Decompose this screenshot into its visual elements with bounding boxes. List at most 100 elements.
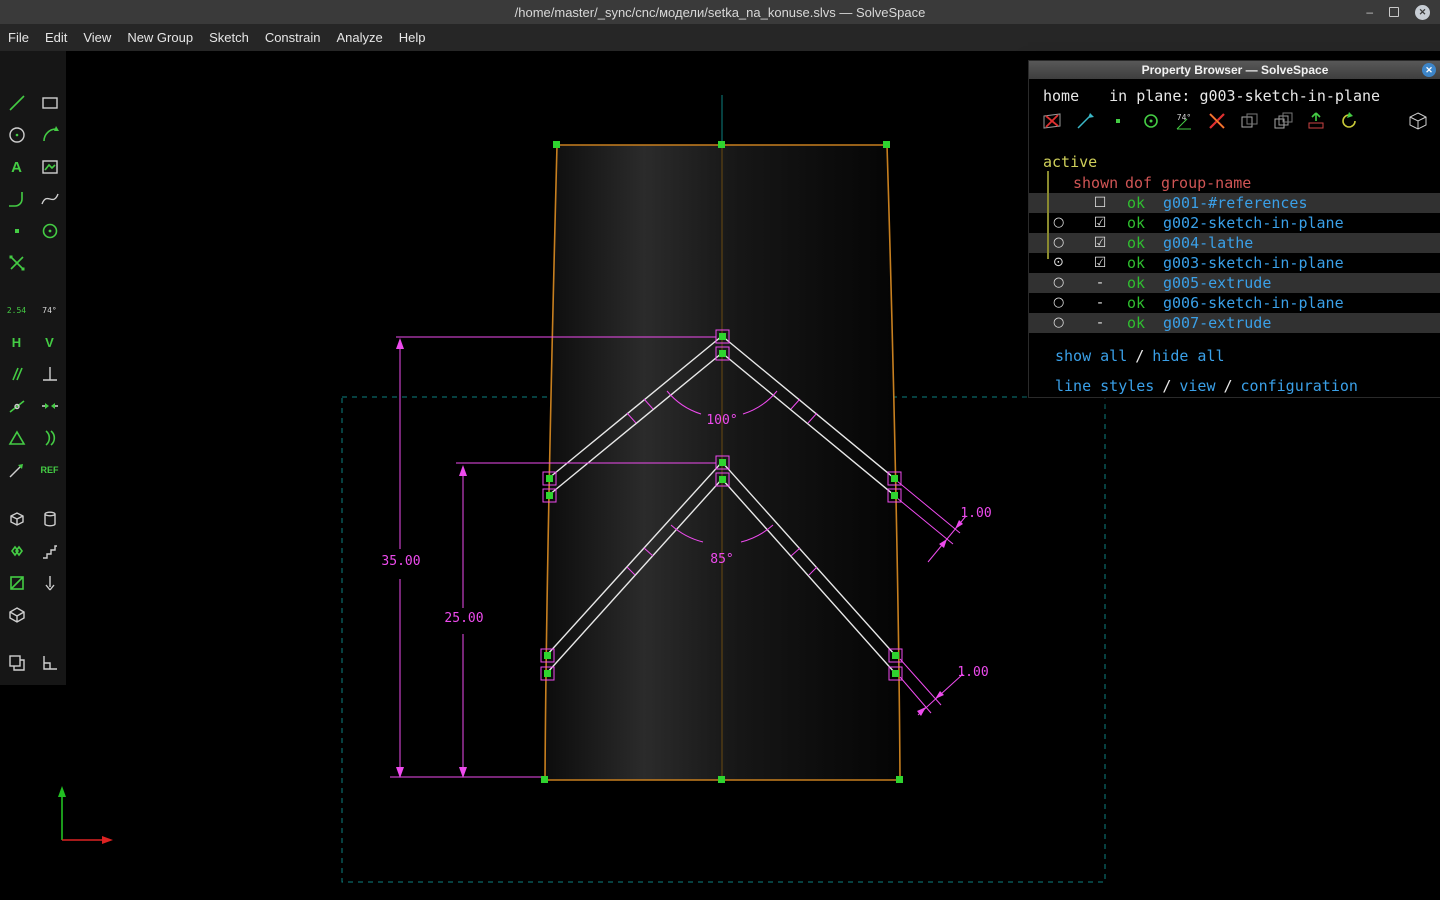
group-active-radio[interactable]: ⊙	[1053, 253, 1081, 273]
tangent-arc-tool-button[interactable]	[0, 183, 33, 215]
point-icon[interactable]	[1107, 110, 1129, 132]
menu-view[interactable]: View	[75, 24, 119, 51]
group-name-link[interactable]: g005-extrude	[1163, 273, 1271, 293]
menu-edit[interactable]: Edit	[37, 24, 75, 51]
width-upper-label[interactable]: 1.00	[960, 506, 991, 521]
group-name-link[interactable]: g006-sketch-in-plane	[1163, 293, 1344, 313]
view-link[interactable]: view	[1179, 377, 1215, 395]
equal-constraint-button[interactable]	[0, 422, 33, 454]
group-shown-checkbox[interactable]: -	[1081, 293, 1119, 313]
minimize-button[interactable]: –	[1366, 0, 1373, 24]
parallel-constraint-button[interactable]	[0, 358, 33, 390]
angle-display-icon[interactable]: 74°	[1173, 110, 1195, 132]
rotate-sheet-icon[interactable]	[1338, 110, 1360, 132]
equal-radius-constraint-button[interactable]	[33, 422, 66, 454]
menu-help[interactable]: Help	[391, 24, 434, 51]
dim-total-label[interactable]: 35.00	[381, 554, 420, 569]
vertical-constraint-button[interactable]: V	[33, 326, 66, 358]
menu-file[interactable]: File	[0, 24, 37, 51]
lathe-group-button[interactable]	[33, 503, 66, 535]
width-dimension-lower[interactable]: 1.00	[899, 658, 989, 716]
group-shown-checkbox[interactable]: -	[1081, 313, 1119, 333]
line-styles-link[interactable]: line styles	[1055, 377, 1154, 395]
group-dof-status[interactable]: ok	[1119, 233, 1163, 253]
group-dof-status[interactable]: ok	[1119, 313, 1163, 333]
spline-tool-button[interactable]	[33, 183, 66, 215]
home-link[interactable]: home	[1043, 87, 1079, 105]
no-workplane-icon[interactable]	[1041, 110, 1063, 132]
group-name-link[interactable]: g007-extrude	[1163, 313, 1271, 333]
angle-lower-label[interactable]: 85°	[710, 552, 733, 567]
link-group-button[interactable]	[33, 567, 66, 599]
titlebar[interactable]: /home/master/_sync/cnc/модели/setka_na_k…	[0, 0, 1440, 24]
rectangle-tool-button[interactable]	[33, 87, 66, 119]
image-tool-button[interactable]	[33, 151, 66, 183]
close-button[interactable]: ✕	[1415, 4, 1430, 20]
reference-dimension-button[interactable]: REF	[33, 454, 66, 486]
group-shown-checkbox[interactable]: -	[1081, 273, 1119, 293]
group-shown-checkbox[interactable]: ☑	[1081, 213, 1119, 233]
length-ratio-constraint-button[interactable]	[0, 454, 33, 486]
group-dof-status[interactable]: ok	[1119, 293, 1163, 313]
group-dof-status[interactable]: ok	[1119, 193, 1163, 213]
distance-constraint-button[interactable]: 2.54	[0, 294, 33, 326]
menu-sketch[interactable]: Sketch	[201, 24, 257, 51]
hide-all-link[interactable]: hide all	[1152, 347, 1224, 365]
group-shown-checkbox[interactable]: ☑	[1081, 253, 1119, 273]
group-active-radio[interactable]: ○	[1053, 213, 1081, 233]
align-view-button[interactable]	[0, 647, 33, 679]
step-sheet-icon[interactable]	[1239, 110, 1261, 132]
horizontal-constraint-button[interactable]: H	[0, 326, 33, 358]
symmetric-constraint-button[interactable]	[33, 390, 66, 422]
menu-analyze[interactable]: Analyze	[328, 24, 390, 51]
group-name-link[interactable]: g004-lathe	[1163, 233, 1253, 253]
extrude-sheet-icon[interactable]	[1305, 110, 1327, 132]
group-name-link[interactable]: g003-sketch-in-plane	[1163, 253, 1344, 273]
group-active-radio[interactable]: ○	[1053, 293, 1081, 313]
menu-new-group[interactable]: New Group	[119, 24, 201, 51]
angle-constraint-button[interactable]: 74°	[33, 294, 66, 326]
group-active-radio[interactable]	[1053, 193, 1081, 213]
mirror-group-button[interactable]	[0, 567, 33, 599]
restore-button[interactable]: ❐	[1389, 7, 1399, 17]
rotate-group-button[interactable]	[0, 535, 33, 567]
wireframe-cube-icon[interactable]	[1407, 110, 1429, 132]
group-active-radio[interactable]: ○	[1053, 273, 1081, 293]
group-dof-status[interactable]: ok	[1119, 213, 1163, 233]
width-dimension-upper[interactable]: 1.00	[896, 480, 992, 563]
construction-tool-button[interactable]	[33, 215, 66, 247]
group-name-link[interactable]: g001-#references	[1163, 193, 1308, 213]
delete-icon[interactable]	[1206, 110, 1228, 132]
group-row-g001: ☐ ok g001-#references	[1029, 193, 1440, 213]
arc-tool-button[interactable]	[33, 119, 66, 151]
angle-upper-label[interactable]: 100°	[706, 413, 737, 428]
show-all-link[interactable]: show all	[1055, 347, 1127, 365]
group-name-link[interactable]: g002-sketch-in-plane	[1163, 213, 1344, 233]
property-browser-titlebar[interactable]: Property Browser — SolveSpace ✕	[1029, 61, 1440, 79]
width-lower-label[interactable]: 1.00	[957, 665, 988, 680]
line-segment-icon[interactable]	[1074, 110, 1096, 132]
text-tool-button[interactable]: A	[0, 151, 33, 183]
perpendicular-constraint-button[interactable]	[33, 358, 66, 390]
group-dof-status[interactable]: ok	[1119, 273, 1163, 293]
point-tool-button[interactable]	[0, 215, 33, 247]
extrude-group-button[interactable]	[0, 503, 33, 535]
group-active-radio[interactable]: ○	[1053, 233, 1081, 253]
point-on-line-constraint-button[interactable]	[0, 390, 33, 422]
normal-icon[interactable]	[1140, 110, 1162, 132]
group-dof-status[interactable]: ok	[1119, 253, 1163, 273]
circle-tool-button[interactable]	[0, 119, 33, 151]
configuration-link[interactable]: configuration	[1241, 377, 1358, 395]
translate-group-button[interactable]	[33, 535, 66, 567]
repeat-sheet-icon[interactable]	[1272, 110, 1294, 132]
menu-constrain[interactable]: Constrain	[257, 24, 329, 51]
property-browser-close-button[interactable]: ✕	[1422, 63, 1436, 77]
line-tool-button[interactable]	[0, 87, 33, 119]
group-shown-checkbox[interactable]: ☑	[1081, 233, 1119, 253]
center-view-button[interactable]	[33, 647, 66, 679]
split-curves-tool-button[interactable]	[0, 247, 33, 279]
group-shown-checkbox[interactable]: ☐	[1081, 193, 1119, 213]
dim-lower-label[interactable]: 25.00	[444, 611, 483, 626]
nearest-iso-view-button[interactable]	[0, 599, 33, 631]
group-active-radio[interactable]: ○	[1053, 313, 1081, 333]
